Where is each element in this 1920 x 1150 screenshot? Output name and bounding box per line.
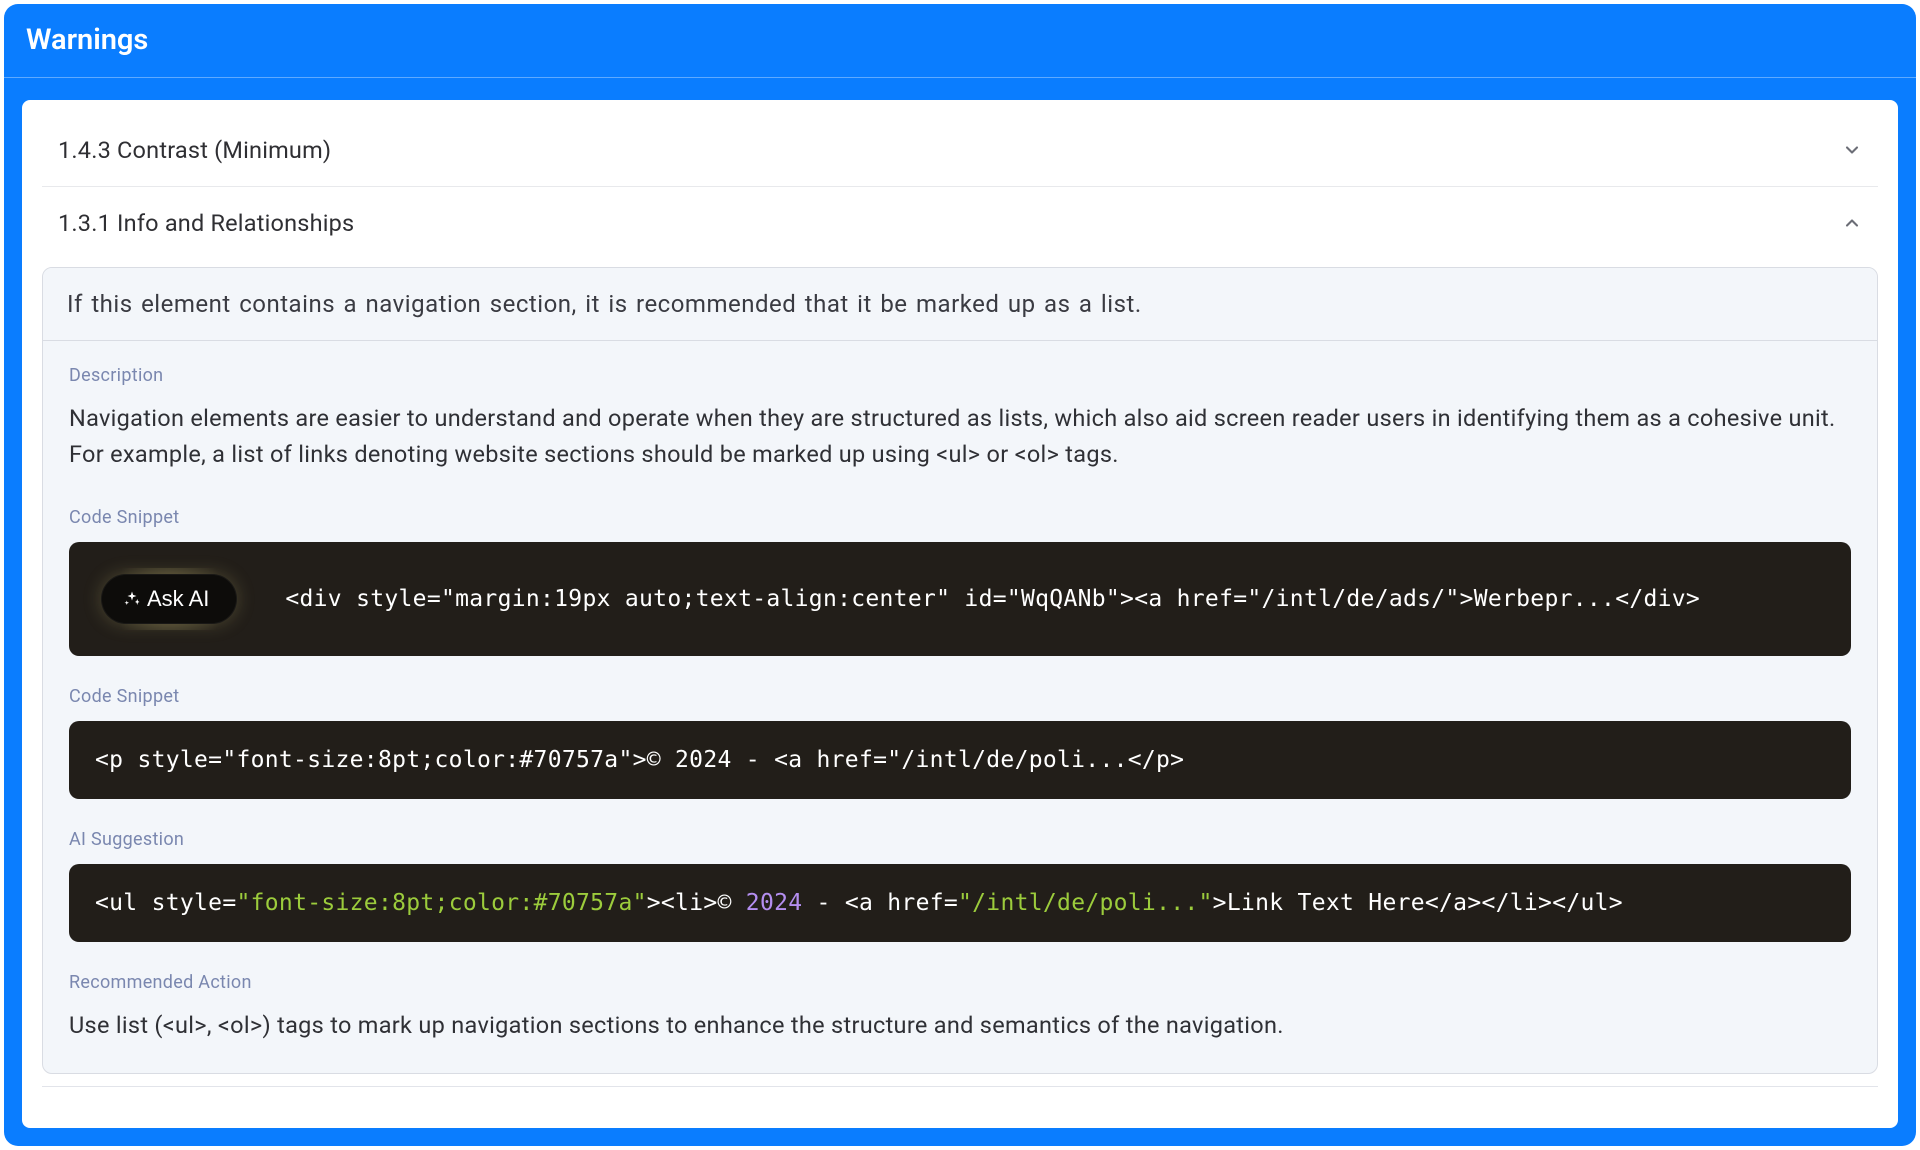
panel-title: Warnings <box>4 4 1916 78</box>
issue-summary: If this element contains a navigation se… <box>43 268 1877 341</box>
accordion-item-info-relationships[interactable]: 1.3.1 Info and Relationships <box>42 187 1878 259</box>
description-label: Description <box>69 365 1851 386</box>
description-text: Navigation elements are easier to unders… <box>69 400 1851 473</box>
sparkle-icon <box>123 590 141 608</box>
issue-detail-card: If this element contains a navigation se… <box>42 267 1878 1074</box>
code-text: <p style="font-size:8pt;color:#70757a">©… <box>95 747 1184 773</box>
code-snippet-block: <p style="font-size:8pt;color:#70757a">©… <box>69 721 1851 799</box>
ai-suggestion-block: <ul style="font-size:8pt;color:#70757a">… <box>69 864 1851 942</box>
accordion-label: 1.3.1 Info and Relationships <box>58 209 354 237</box>
chevron-down-icon <box>1842 140 1862 160</box>
ask-ai-label: Ask AI <box>147 586 209 612</box>
accordion-item-contrast[interactable]: 1.4.3 Contrast (Minimum) <box>42 114 1878 187</box>
divider <box>42 1086 1878 1087</box>
code-snippet-block: Ask AI <div style="margin:19px auto;text… <box>69 542 1851 656</box>
panel-body: 1.4.3 Contrast (Minimum) 1.3.1 Info and … <box>22 100 1898 1128</box>
code-snippet-label: Code Snippet <box>69 686 1851 707</box>
accordion-label: 1.4.3 Contrast (Minimum) <box>58 136 331 164</box>
code-text: <ul style="font-size:8pt;color:#70757a">… <box>95 890 1623 916</box>
chevron-up-icon <box>1842 213 1862 233</box>
code-snippet-label: Code Snippet <box>69 507 1851 528</box>
warnings-panel: Warnings 1.4.3 Contrast (Minimum) 1.3.1 … <box>4 4 1916 1146</box>
ai-suggestion-label: AI Suggestion <box>69 829 1851 850</box>
code-text: <div style="margin:19px auto;text-align:… <box>285 586 1700 612</box>
recommended-action-label: Recommended Action <box>69 972 1851 993</box>
recommended-action-text: Use list (<ul>, <ol>) tags to mark up na… <box>69 1007 1851 1043</box>
ask-ai-button[interactable]: Ask AI <box>101 574 237 624</box>
